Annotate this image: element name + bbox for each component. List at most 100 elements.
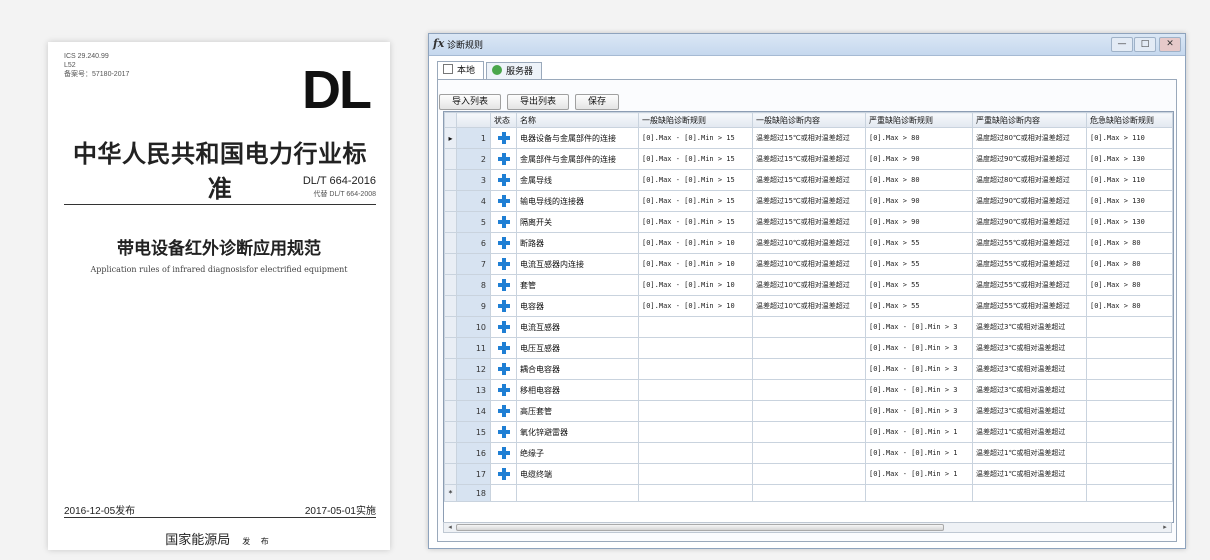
name-cell[interactable]: 金属导线 xyxy=(516,169,639,191)
add-icon[interactable] xyxy=(497,258,510,270)
status-cell[interactable] xyxy=(490,190,517,212)
empty-cell[interactable] xyxy=(638,484,753,502)
serious-content-cell[interactable]: 温差超过1℃或相对温差超过 xyxy=(972,463,1087,485)
scroll-left-icon[interactable]: ◂ xyxy=(445,523,455,532)
critical-rule-cell[interactable] xyxy=(1086,316,1173,338)
general-content-cell[interactable] xyxy=(752,421,866,443)
general-rule-cell[interactable] xyxy=(638,379,753,401)
critical-rule-cell[interactable] xyxy=(1086,463,1173,485)
table-row[interactable]: 9 电容器 [0].Max - [0].Min > 10 温差超过10℃或相对温差超过… xyxy=(444,295,1173,317)
serious-content-cell[interactable]: 温度超过80℃或相对温差超过 xyxy=(972,169,1087,191)
general-rule-cell[interactable]: [0].Max - [0].Min > 15 xyxy=(638,169,753,191)
serious-content-cell[interactable]: 温度超过90℃或相对温差超过 xyxy=(972,211,1087,233)
column-header-serious-rule[interactable]: 严重缺陷诊断规则 xyxy=(865,112,973,128)
serious-rule-cell[interactable]: [0].Max > 55 xyxy=(865,232,973,254)
status-cell[interactable] xyxy=(490,295,517,317)
status-cell[interactable] xyxy=(490,148,517,170)
general-content-cell[interactable] xyxy=(752,379,866,401)
row-number[interactable]: 17 xyxy=(456,463,491,485)
general-rule-cell[interactable]: [0].Max - [0].Min > 15 xyxy=(638,127,753,149)
add-icon[interactable] xyxy=(497,363,510,375)
scroll-right-icon[interactable]: ▸ xyxy=(1160,523,1170,532)
status-cell[interactable] xyxy=(490,442,517,464)
add-icon[interactable] xyxy=(497,279,510,291)
critical-rule-cell[interactable]: [0].Max > 130 xyxy=(1086,148,1173,170)
critical-rule-cell[interactable] xyxy=(1086,442,1173,464)
name-cell[interactable]: 电器设备与金属部件的连接 xyxy=(516,127,639,149)
name-cell[interactable]: 电流互感器内连接 xyxy=(516,253,639,275)
serious-rule-cell[interactable]: [0].Max > 55 xyxy=(865,295,973,317)
name-cell[interactable]: 电压互感器 xyxy=(516,337,639,359)
table-row[interactable]: 17 电缆终端 [0].Max - [0].Min > 1 温差超过1℃或相对温差超过 xyxy=(444,463,1173,485)
column-header-critical-rule[interactable]: 危急缺陷诊断规则 xyxy=(1086,112,1173,128)
status-cell[interactable] xyxy=(490,169,517,191)
add-icon[interactable] xyxy=(497,132,510,144)
general-content-cell[interactable] xyxy=(752,400,866,422)
name-cell[interactable]: 金属部件与金属部件的连接 xyxy=(516,148,639,170)
general-content-cell[interactable] xyxy=(752,337,866,359)
critical-rule-cell[interactable]: [0].Max > 110 xyxy=(1086,127,1173,149)
serious-content-cell[interactable]: 温度超过55℃或相对温差超过 xyxy=(972,274,1087,296)
general-rule-cell[interactable] xyxy=(638,400,753,422)
import-list-button[interactable]: 导入列表 xyxy=(439,94,502,110)
add-icon[interactable] xyxy=(497,300,510,312)
general-content-cell[interactable] xyxy=(752,442,866,464)
general-content-cell[interactable]: 温差超过10℃或相对温差超过 xyxy=(752,295,866,317)
general-rule-cell[interactable]: [0].Max - [0].Min > 10 xyxy=(638,253,753,275)
table-row[interactable]: 3 金属导线 [0].Max - [0].Min > 15 温差超过15℃或相对温差超… xyxy=(444,169,1173,191)
table-row[interactable]: 2 金属部件与金属部件的连接 [0].Max - [0].Min > 15 温差超过1… xyxy=(444,148,1173,170)
table-row[interactable]: 12 耦合电容器 [0].Max - [0].Min > 3 温差超过3℃或相对温差超… xyxy=(444,358,1173,380)
serious-rule-cell[interactable]: [0].Max > 55 xyxy=(865,274,973,296)
add-icon[interactable] xyxy=(497,384,510,396)
empty-cell[interactable] xyxy=(490,484,517,502)
critical-rule-cell[interactable]: [0].Max > 80 xyxy=(1086,295,1173,317)
title-bar[interactable]: fx 诊断规则 — □ ✕ xyxy=(429,34,1185,56)
serious-content-cell[interactable]: 温差超过3℃或相对温差超过 xyxy=(972,358,1087,380)
status-cell[interactable] xyxy=(490,232,517,254)
row-indicator[interactable] xyxy=(444,463,457,485)
general-content-cell[interactable] xyxy=(752,463,866,485)
status-cell[interactable] xyxy=(490,358,517,380)
general-rule-cell[interactable]: [0].Max - [0].Min > 15 xyxy=(638,211,753,233)
serious-rule-cell[interactable]: [0].Max - [0].Min > 1 xyxy=(865,442,973,464)
general-rule-cell[interactable] xyxy=(638,337,753,359)
critical-rule-cell[interactable] xyxy=(1086,358,1173,380)
status-cell[interactable] xyxy=(490,421,517,443)
add-icon[interactable] xyxy=(497,153,510,165)
row-number[interactable]: 12 xyxy=(456,358,491,380)
add-icon[interactable] xyxy=(497,195,510,207)
general-content-cell[interactable] xyxy=(752,358,866,380)
row-indicator[interactable] xyxy=(444,232,457,254)
row-indicator[interactable] xyxy=(444,337,457,359)
add-icon[interactable] xyxy=(497,468,510,480)
general-rule-cell[interactable]: [0].Max - [0].Min > 15 xyxy=(638,190,753,212)
serious-rule-cell[interactable]: [0].Max > 90 xyxy=(865,148,973,170)
rules-grid[interactable]: 状态 名称 一般缺陷诊断规则 一般缺陷诊断内容 严重缺陷诊断规则 严重缺陷诊断内… xyxy=(443,111,1174,523)
row-number[interactable]: 6 xyxy=(456,232,491,254)
empty-cell[interactable] xyxy=(752,484,866,502)
serious-content-cell[interactable]: 温度超过90℃或相对温差超过 xyxy=(972,190,1087,212)
critical-rule-cell[interactable]: [0].Max > 80 xyxy=(1086,253,1173,275)
row-number[interactable]: 10 xyxy=(456,316,491,338)
general-rule-cell[interactable]: [0].Max - [0].Min > 15 xyxy=(638,148,753,170)
row-number[interactable]: 2 xyxy=(456,148,491,170)
serious-rule-cell[interactable]: [0].Max > 55 xyxy=(865,253,973,275)
serious-content-cell[interactable]: 温差超过3℃或相对温差超过 xyxy=(972,316,1087,338)
general-content-cell[interactable]: 温差超过15℃或相对温差超过 xyxy=(752,127,866,149)
name-cell[interactable]: 高压套管 xyxy=(516,400,639,422)
general-rule-cell[interactable]: [0].Max - [0].Min > 10 xyxy=(638,274,753,296)
serious-content-cell[interactable]: 温差超过3℃或相对温差超过 xyxy=(972,379,1087,401)
add-icon[interactable] xyxy=(497,321,510,333)
name-cell[interactable]: 套管 xyxy=(516,274,639,296)
column-header-serious-content[interactable]: 严重缺陷诊断内容 xyxy=(972,112,1087,128)
minimize-button[interactable]: — xyxy=(1111,37,1133,52)
row-indicator[interactable] xyxy=(444,379,457,401)
row-indicator[interactable]: ▸ xyxy=(444,127,457,149)
critical-rule-cell[interactable]: [0].Max > 130 xyxy=(1086,190,1173,212)
general-content-cell[interactable]: 温差超过15℃或相对温差超过 xyxy=(752,190,866,212)
status-cell[interactable] xyxy=(490,127,517,149)
table-row[interactable]: 11 电压互感器 [0].Max - [0].Min > 3 温差超过3℃或相对温差超… xyxy=(444,337,1173,359)
general-rule-cell[interactable] xyxy=(638,421,753,443)
status-cell[interactable] xyxy=(490,274,517,296)
general-rule-cell[interactable]: [0].Max - [0].Min > 10 xyxy=(638,295,753,317)
